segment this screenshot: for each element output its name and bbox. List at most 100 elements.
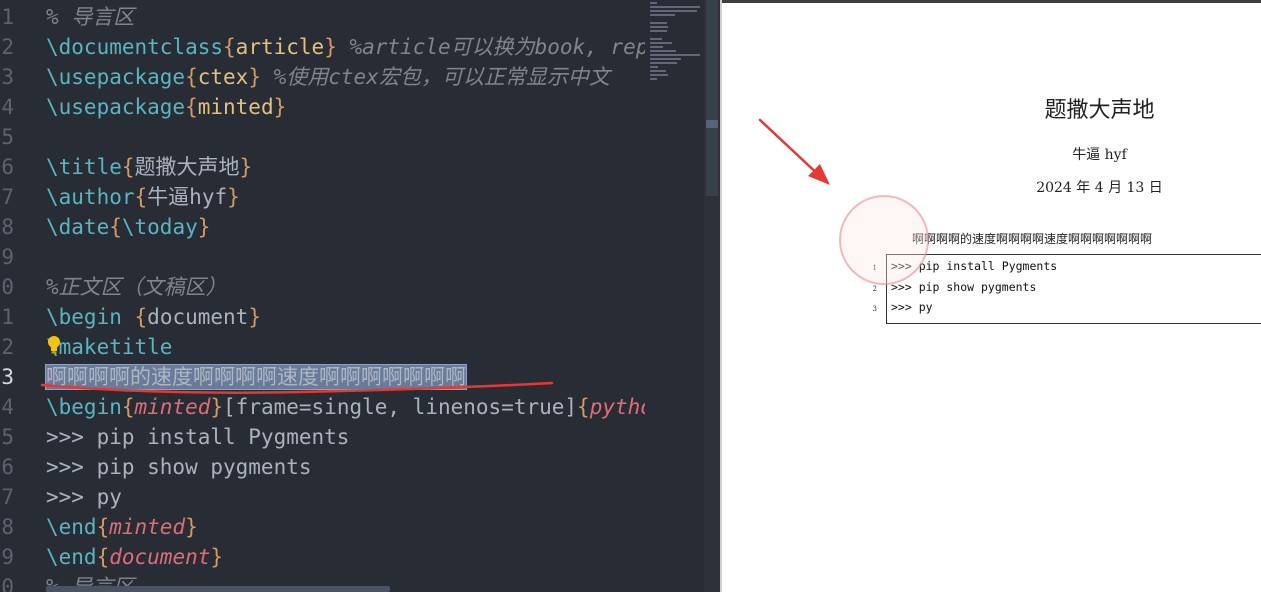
token-argument: ctex [197, 65, 249, 89]
token-brace-close: } [248, 305, 261, 329]
token-selected-text: 啊啊啊啊的速度啊啊啊啊速度啊啊啊啊啊啊啊 [45, 364, 467, 390]
token-plain-text: >>> py [46, 485, 122, 509]
code-line[interactable]: \documentclass{article} %article可以换为book… [46, 32, 645, 62]
token-text: document [147, 305, 249, 329]
token-italic-argument: minted [134, 395, 211, 419]
minimap-line [650, 46, 663, 48]
token-brace-open: { [134, 305, 148, 329]
token-command: \begin [46, 395, 122, 419]
minimap-line [650, 58, 682, 60]
token-plain-text: >>> pip show pygments [46, 455, 312, 479]
token-comment: %使用ctex宏包，可以正常显示中文 [260, 65, 610, 89]
token-brace-close: } [227, 185, 240, 209]
token-plain-text: [frame=single, linenos=true] [223, 395, 578, 419]
code-line[interactable]: \begin{minted}[frame=single, linenos=tru… [46, 392, 645, 422]
token-command: \title [46, 155, 122, 179]
token-brace-open: { [577, 395, 590, 419]
token-brace-close: } [197, 215, 211, 239]
minimap-line [650, 2, 657, 4]
code-editor[interactable]: 12345678901234567890 % 导言区 \documentclass… [0, 0, 720, 592]
token-brace-open: { [185, 65, 198, 89]
token-brace-close: } [210, 545, 224, 569]
preview-top-border [722, 0, 1261, 3]
code-line[interactable]: \usepackage{minted} [46, 92, 286, 122]
minimap-line [650, 70, 666, 72]
token-brace-close: } [210, 395, 224, 419]
token-brace-open: { [96, 515, 110, 539]
token-text: 牛逼hyf [147, 185, 228, 209]
code-line[interactable]: \usepackage{ctex} %使用ctex宏包，可以正常显示中文 [46, 62, 610, 92]
token-command: \end [46, 515, 97, 539]
token-command: \today [121, 215, 198, 239]
token-brace-close: } [239, 155, 253, 179]
token-comment: %正文区（文稿区） [46, 275, 227, 299]
pdf-preview[interactable]: 题撒大声地 牛逼 hyf 2024 年 4 月 13 日 啊啊啊啊的速度啊啊啊啊… [720, 0, 1261, 592]
token-brace-open: { [96, 545, 110, 569]
token-brace-open: { [223, 35, 236, 59]
minted-line-number: 3 [872, 305, 877, 313]
code-line[interactable]: \end{document} [46, 542, 223, 572]
minted-code-line: >>> py [891, 300, 933, 314]
minted-code-line: >>> pip show pygments [891, 279, 1037, 294]
code-line[interactable]: \begin {document} [46, 302, 261, 332]
scrollbar-thumb[interactable] [706, 0, 718, 196]
minimap-line [650, 26, 669, 28]
code-area[interactable]: % 导言区 \documentclass{article} %article可以换… [0, 0, 645, 592]
scrollbar-marker [706, 120, 718, 128]
horizontal-scrollbar[interactable] [46, 586, 390, 592]
minted-line-number: 1 [872, 264, 877, 272]
token-brace-close: } [273, 95, 287, 119]
code-line[interactable]: >>> pip show pygments [46, 452, 312, 482]
document-date: 2024 年 4 月 13 日 [1036, 180, 1163, 196]
token-brace-open: { [109, 215, 122, 239]
minimap-line [650, 62, 678, 64]
minimap-line [650, 54, 700, 56]
code-line[interactable]: \title{题撒大声地} [46, 152, 252, 182]
minimap-line [650, 30, 667, 32]
minted-code-line: >>> pip install Pygments [891, 259, 1058, 273]
token-command: \begin [46, 305, 122, 329]
token-brace-close: } [185, 515, 198, 539]
minimap-line [650, 14, 675, 16]
minimap-line [650, 38, 662, 40]
lightbulb-icon[interactable] [46, 335, 62, 355]
code-line[interactable]: % 导言区 [46, 2, 134, 32]
token-command: \author [46, 185, 135, 209]
token-italic-argument: python [589, 395, 645, 419]
token-brace-open: { [134, 185, 148, 209]
token-command: \maketitle [46, 335, 173, 359]
token-command: \documentclass [46, 35, 224, 59]
code-line[interactable]: 啊啊啊啊的速度啊啊啊啊速度啊啊啊啊啊啊啊 [45, 362, 467, 392]
token-comment: %article可以换为book, rep [336, 35, 645, 59]
token-command: \usepackage [46, 65, 186, 89]
token-command: \date [46, 215, 110, 239]
token-comment: % 导言区 [46, 5, 135, 29]
code-line[interactable]: \end{minted} [46, 512, 198, 542]
code-line[interactable]: %正文区（文稿区） [46, 272, 227, 302]
minimap[interactable] [650, 2, 702, 92]
token-argument: minted [197, 95, 274, 119]
token-command: \end [46, 545, 97, 569]
minimap-line [650, 78, 657, 80]
minimap-line [650, 74, 669, 76]
token-italic-argument: document [109, 545, 211, 569]
code-line[interactable]: >>> pip install Pygments [46, 422, 349, 452]
token-command: \usepackage [46, 95, 186, 119]
token-plain-text: >>> pip install Pygments [46, 425, 350, 449]
vertical-scrollbar[interactable] [704, 0, 720, 592]
document-author: 牛逼 hyf [1072, 147, 1127, 163]
minimap-line [650, 42, 673, 44]
minimap-line [650, 50, 676, 52]
minimap-line [650, 10, 697, 12]
minimap-line [650, 6, 700, 8]
token-brace-close: } [324, 35, 337, 59]
token-brace-open: { [121, 395, 135, 419]
minimap-line [650, 66, 658, 68]
code-line[interactable]: \maketitle [46, 332, 172, 362]
token-brace-close: } [248, 65, 261, 89]
code-line[interactable]: \author{牛逼hyf} [46, 182, 240, 212]
code-line[interactable]: >>> py [46, 482, 122, 512]
code-line[interactable]: \date{\today} [46, 212, 210, 242]
token-argument: article [235, 35, 325, 59]
